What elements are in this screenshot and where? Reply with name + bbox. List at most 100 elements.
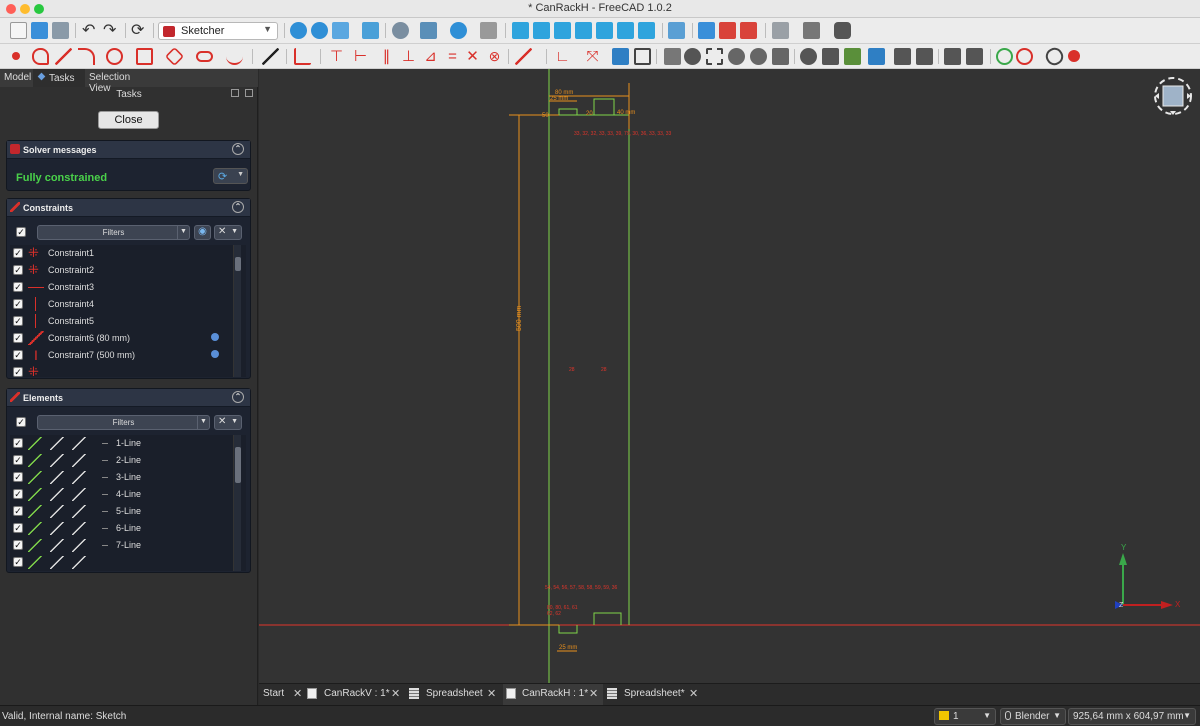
bspline-degree-icon[interactable] <box>996 48 1013 65</box>
tab-tasks[interactable]: Tasks <box>33 69 85 87</box>
tab-spreadsheet-1[interactable]: Spreadsheet ✕ <box>409 684 501 705</box>
close-button[interactable]: Close <box>98 111 159 129</box>
list-item[interactable]: ✓ ⁜ <box>10 364 230 377</box>
view-front-icon[interactable] <box>533 22 550 39</box>
list-item-checkbox[interactable]: ✓ <box>13 438 23 448</box>
dim-25-label[interactable]: 25 mm <box>550 96 568 102</box>
refresh-icon[interactable]: ⟳ <box>131 22 148 39</box>
leave-sketch-icon[interactable] <box>698 22 715 39</box>
elements-scrollbar[interactable] <box>233 435 241 571</box>
dim-500-label[interactable]: 500 mm <box>516 306 523 331</box>
bspline-comb-icon[interactable] <box>1042 44 1067 69</box>
bspline-insert-knot-icon[interactable] <box>1068 50 1080 62</box>
snap-icon[interactable] <box>803 22 820 39</box>
elements-settings-button[interactable]: ✕ ▼ <box>214 415 242 430</box>
constraint-label-mid-2[interactable]: 28 <box>601 367 607 373</box>
close-icon[interactable]: ✕ <box>293 687 302 700</box>
bounding-box-icon[interactable] <box>362 22 379 39</box>
list-item[interactable]: ✓ I Constraint7 (500 mm) <box>10 347 230 364</box>
select-constraints-icon[interactable] <box>664 48 681 65</box>
view-top-icon[interactable] <box>554 22 571 39</box>
list-item[interactable]: ✓ 1-Line <box>10 435 230 452</box>
list-item-checkbox[interactable]: ✓ <box>13 248 23 258</box>
constraint-label-bottom-3[interactable]: 62, 62 <box>547 611 561 617</box>
undock-icon[interactable] <box>231 89 239 97</box>
join-curves-icon[interactable] <box>966 48 983 65</box>
scroll-thumb[interactable] <box>235 257 241 271</box>
list-item[interactable]: ✓ ⁜ Constraint2 <box>10 262 230 279</box>
constraint-label-top[interactable]: 33, 32, 32, 33, 33, 39, 79, 30, 36, 33, … <box>574 131 672 137</box>
list-item[interactable]: ✓ 5-Line <box>10 503 230 520</box>
list-item[interactable]: ✓ Constraint4 <box>10 296 230 313</box>
list-item-checkbox[interactable]: ✓ <box>13 540 23 550</box>
list-item-checkbox[interactable]: ✓ <box>13 265 23 275</box>
rendering-order-icon[interactable] <box>834 22 851 39</box>
copy-icon[interactable] <box>844 48 861 65</box>
selection-icon[interactable] <box>668 22 685 39</box>
constraints-header[interactable]: Constraints ⌃ <box>7 199 250 217</box>
list-item[interactable]: ✓ 4-Line <box>10 486 230 503</box>
circle-icon[interactable] <box>106 48 123 65</box>
bspline-knot-icon[interactable] <box>1016 48 1033 65</box>
constrain-block-icon[interactable]: ⊗ <box>486 48 503 65</box>
clone-icon[interactable] <box>822 48 839 65</box>
tab-model[interactable]: Model <box>0 69 33 87</box>
view-rear-icon[interactable] <box>596 22 613 39</box>
list-item[interactable]: ✓ 6-Line <box>10 520 230 537</box>
list-item[interactable]: ✓ 3-Line <box>10 469 230 486</box>
list-item-checkbox[interactable]: ✓ <box>13 489 23 499</box>
scroll-thumb[interactable] <box>235 447 241 483</box>
list-item-checkbox[interactable]: ✓ <box>13 299 23 309</box>
constrain-equal-icon[interactable]: = <box>444 48 461 65</box>
switch-virtual-space-icon[interactable] <box>944 48 961 65</box>
elements-header[interactable]: Elements ⌃ <box>7 389 250 407</box>
toggle-driving-icon[interactable] <box>612 48 629 65</box>
constraints-settings-button[interactable]: ✕ ▼ <box>214 225 242 240</box>
fillet-icon[interactable] <box>294 48 311 65</box>
fit-all-icon[interactable] <box>290 22 307 39</box>
view-sketch-icon[interactable] <box>719 22 736 39</box>
delete-all-icon[interactable] <box>916 48 933 65</box>
constrain-symmetric-icon[interactable]: ✕ <box>464 48 481 65</box>
list-item-checkbox[interactable]: ✓ <box>13 282 23 292</box>
list-item[interactable]: ✓ Constraint5 <box>10 313 230 330</box>
open-document-icon[interactable] <box>31 22 48 39</box>
navigation-style-selector[interactable]: Blender ▼ <box>1000 708 1066 725</box>
visibility-button[interactable]: ◉ <box>194 225 211 240</box>
list-item-checkbox[interactable]: ✓ <box>13 350 23 360</box>
dim-50-label[interactable]: 50 <box>542 113 549 119</box>
constraints-scrollbar[interactable] <box>233 245 241 377</box>
restore-internal-icon[interactable] <box>772 48 789 65</box>
list-item-checkbox[interactable]: ✓ <box>13 367 23 377</box>
list-item-checkbox[interactable]: ✓ <box>13 472 23 482</box>
list-item[interactable]: ✓ Constraint3 <box>10 279 230 296</box>
view-section-icon[interactable] <box>740 22 757 39</box>
tab-start[interactable]: Start ✕ <box>263 684 305 705</box>
constrain-perpendicular-icon[interactable]: ⊥ <box>400 48 417 65</box>
list-item-checkbox[interactable]: ✓ <box>13 506 23 516</box>
zoom-menu-icon[interactable] <box>450 22 467 39</box>
list-item-checkbox[interactable]: ✓ <box>13 455 23 465</box>
sketch-canvas[interactable]: 500 mm 80 mm 25 mm 40 mm 20 50 25 mm 33,… <box>259 69 1200 683</box>
arc-icon[interactable] <box>78 48 95 65</box>
save-icon[interactable] <box>52 22 69 39</box>
constraint-label-bottom-1[interactable]: 54, 54, 56, 57, 58, 58, 59, 59, 36 <box>545 585 617 591</box>
draw-style-icon[interactable] <box>332 22 349 39</box>
dim-40-label[interactable]: 40 mm <box>617 110 635 116</box>
close-icon[interactable]: ✕ <box>391 687 400 700</box>
close-icon[interactable]: ✕ <box>689 687 698 700</box>
close-icon[interactable]: ✕ <box>589 687 598 700</box>
elements-filter-select[interactable]: Filters ▼ <box>37 415 210 430</box>
fit-selection-icon[interactable] <box>311 22 328 39</box>
collapse-icon[interactable]: ⌃ <box>232 143 244 155</box>
constraints-select-all-checkbox[interactable]: ✓ <box>16 227 26 237</box>
slot-icon[interactable] <box>196 51 213 62</box>
list-item[interactable]: ✓ ⁜ Constraint1 <box>10 245 230 262</box>
view-bottom-icon[interactable] <box>617 22 634 39</box>
line-icon[interactable] <box>55 48 72 65</box>
auto-recompute-button[interactable]: ⟳ ▼ <box>213 168 248 184</box>
move-icon[interactable] <box>868 48 885 65</box>
constrain-distance-icon[interactable]: ⊤ <box>328 48 345 65</box>
dim-20-label[interactable]: 20 <box>586 111 593 117</box>
select-elements-icon[interactable] <box>706 48 723 65</box>
